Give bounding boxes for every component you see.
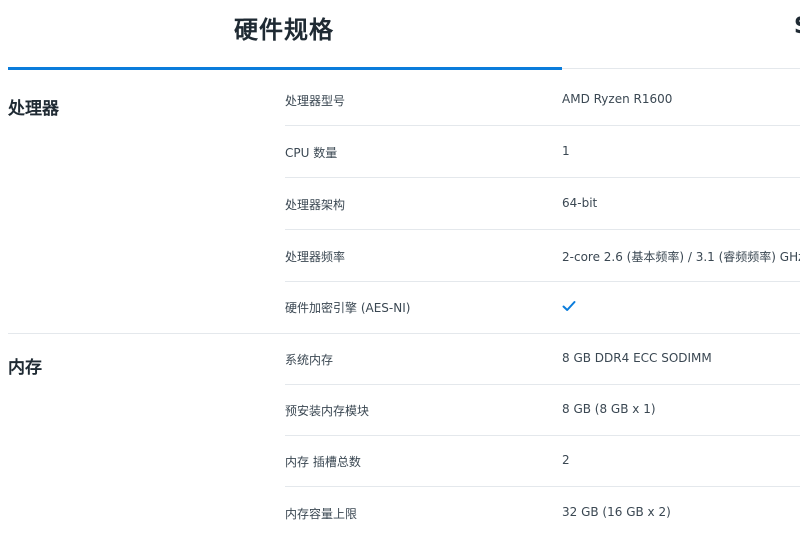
row-divider [285, 486, 800, 487]
spec-key: 处理器频率 [285, 250, 346, 264]
spec-tab-bar: 硬件规格 S [0, 0, 800, 70]
spec-row: 内存容量上限 32 GB (16 GB x 2) [285, 488, 800, 539]
spec-value: AMD Ryzen R1600 [562, 92, 673, 106]
spec-row: 内存 插槽总数 2 [285, 436, 800, 487]
row-divider [285, 125, 800, 126]
spec-value: 2 [562, 453, 570, 467]
spec-value: 1 [562, 144, 570, 158]
spec-row: 预安装内存模块 8 GB (8 GB x 1) [285, 385, 800, 436]
section-title-processor: 处理器 [8, 99, 59, 119]
spec-row: 处理器架构 64-bit [285, 179, 800, 230]
spec-value: 64-bit [562, 196, 598, 210]
spec-row: CPU 数量 1 [285, 127, 800, 178]
spec-value: 8 GB (8 GB x 1) [562, 402, 656, 416]
spec-value: 2-core 2.6 (基本频率) / 3.1 (睿频频率) GHz [562, 250, 800, 264]
section-title-memory: 内存 [8, 358, 42, 378]
tab-hardware-specs[interactable]: 硬件规格 [8, 0, 562, 70]
tab-next[interactable]: S [794, 14, 800, 39]
spec-key: 硬件加密引擎 (AES-NI) [285, 301, 411, 315]
spec-key: 处理器架构 [285, 198, 346, 212]
section-processor: 处理器 处理器型号 AMD Ryzen R1600 CPU 数量 1 处理器架构… [8, 74, 800, 333]
spec-key: 处理器型号 [285, 94, 346, 108]
spec-value: 32 GB (16 GB x 2) [562, 505, 671, 519]
spec-key: CPU 数量 [285, 146, 338, 160]
spec-value: 8 GB DDR4 ECC SODIMM [562, 351, 712, 365]
row-divider [285, 177, 800, 178]
spec-row: 处理器频率 2-core 2.6 (基本频率) / 3.1 (睿频频率) GHz [285, 231, 800, 282]
tab-hardware-specs-label: 硬件规格 [234, 16, 334, 44]
spec-key: 预安装内存模块 [285, 404, 370, 418]
spec-key: 系统内存 [285, 353, 334, 367]
row-divider [285, 229, 800, 230]
tab-bar-divider [562, 68, 800, 69]
check-icon [562, 301, 576, 311]
spec-row: 硬件加密引擎 (AES-NI) [285, 282, 800, 333]
spec-row: 处理器型号 AMD Ryzen R1600 [285, 75, 800, 126]
section-memory: 内存 系统内存 8 GB DDR4 ECC SODIMM 预安装内存模块 8 G… [8, 333, 800, 534]
spec-row: 系统内存 8 GB DDR4 ECC SODIMM [285, 334, 800, 385]
spec-key: 内存 插槽总数 [285, 455, 361, 469]
spec-key: 内存容量上限 [285, 507, 358, 521]
